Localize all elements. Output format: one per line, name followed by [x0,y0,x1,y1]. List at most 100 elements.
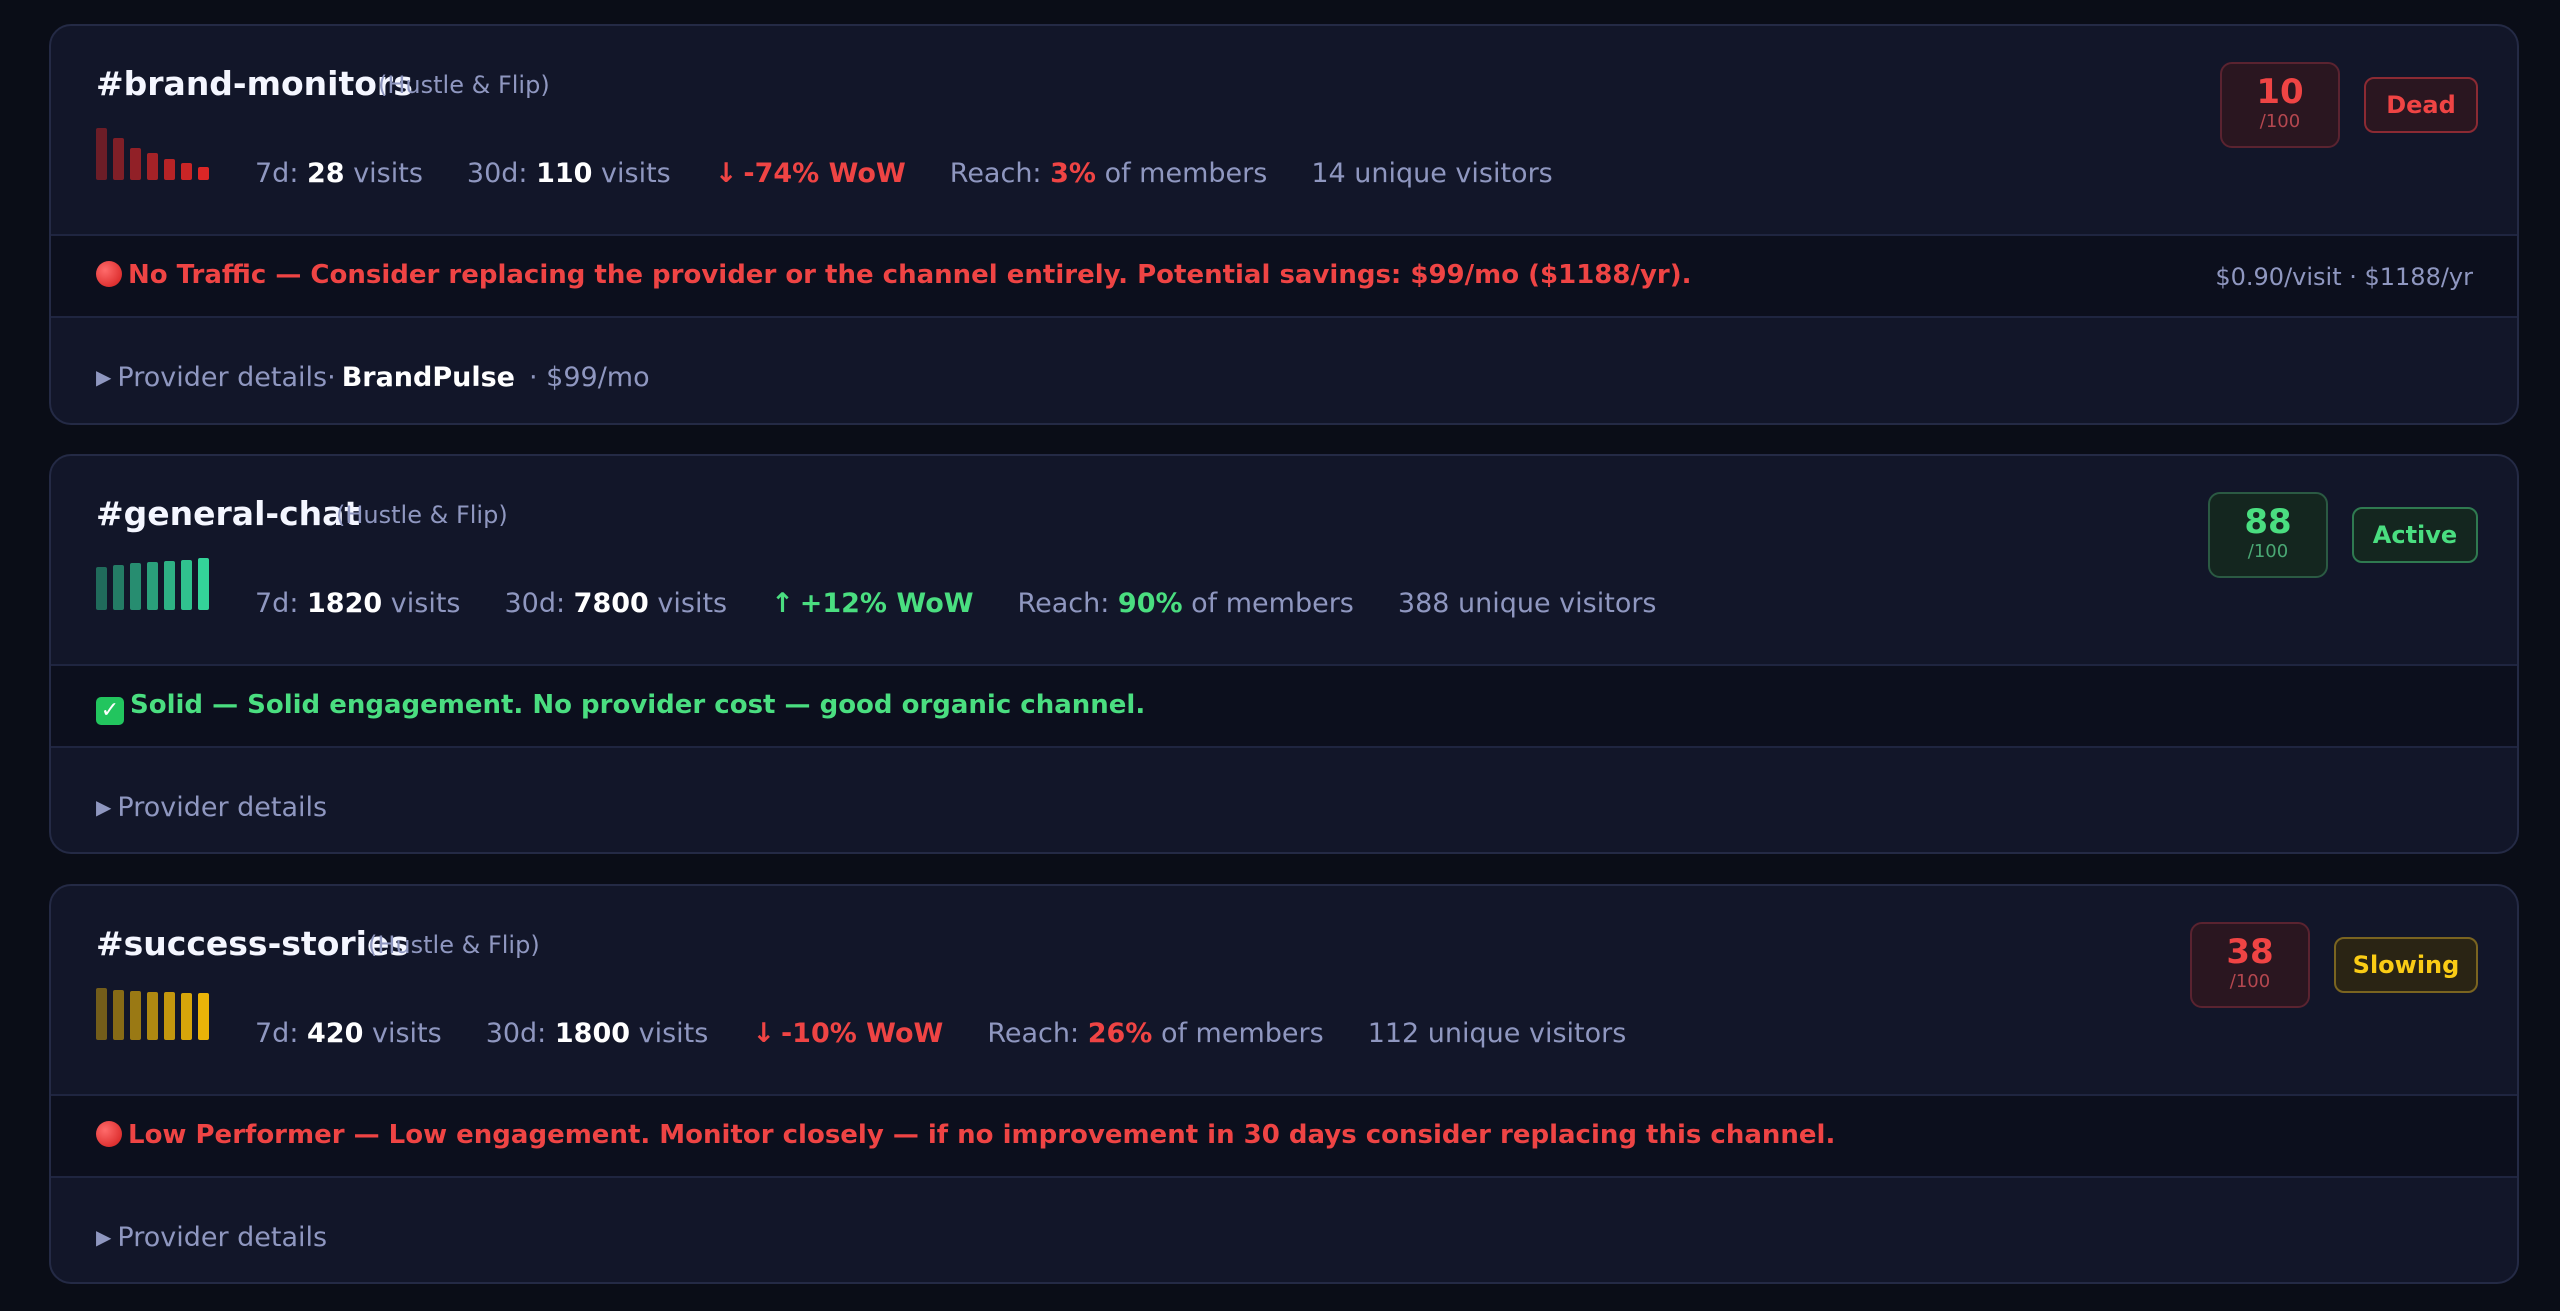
activity-sparkline [96,986,209,1040]
channel-health-list: #brand-monitors (Hustle & Flip) 7d: 28 v… [0,0,2560,1311]
arrow-down-icon: ↓ [752,1018,775,1049]
sparkline-bar [130,991,141,1040]
score-value: 10 [2256,72,2304,112]
arrow-up-icon: ↑ [771,588,794,619]
provider-name: BrandPulse [341,362,515,393]
stat-reach: Reach: 90% of members [1017,588,1354,619]
provider-details-row[interactable]: ▶ Provider details· BrandPulse · $99/mo [51,318,2517,423]
channel-name: #success-stories [96,924,409,963]
sparkline-bar [113,565,124,610]
sparkline-bar [147,153,158,180]
provider-details-toggle[interactable]: ▶ Provider details [96,1222,327,1253]
card-header: #brand-monitors (Hustle & Flip) 7d: 28 v… [51,26,2517,234]
play-triangle-icon: ▶ [96,1225,112,1249]
provider-details-toggle[interactable]: ▶ Provider details [96,792,327,823]
card-header: #general-chat (Hustle & Flip) 7d: 1820 v… [51,456,2517,664]
stat-wow: ↓ -10% WoW [752,1018,944,1049]
sparkline-bar [96,128,107,180]
alert-prefix: Solid [130,690,204,720]
server-tag: (Hustle & Flip) [368,931,540,959]
alert-body: — Consider replacing the provider or the… [266,260,1692,290]
stats-row: 7d: 28 visits 30d: 110 visits ↓ -74% WoW … [255,158,1597,189]
channel-card-success-stories: #success-stories (Hustle & Flip) 7d: 420… [49,884,2519,1284]
stat-30d: 30d: 1800 visits [485,1018,709,1049]
sparkline-bar [198,993,209,1040]
reach-value: 90% [1117,588,1183,619]
alert-body: — Solid engagement. No provider cost — g… [203,690,1146,720]
provider-details-row[interactable]: ▶ Provider details [51,748,2517,852]
sparkline-bar [113,990,124,1040]
reach-value: 3% [1050,158,1096,189]
stat-30d: 30d: 7800 visits [504,588,728,619]
stat-wow: ↓ -74% WoW [714,158,906,189]
play-triangle-icon: ▶ [96,365,112,389]
alert-prefix: No Traffic [128,260,267,290]
sparkline-bar [164,561,175,610]
red-circle-icon [96,261,122,287]
sparkline-bar [164,992,175,1040]
stat-30d-value: 110 [536,158,593,189]
alert-row: ✓ Solid — Solid engagement. No provider c… [51,664,2517,748]
score-box: 88 /100 [2208,492,2328,578]
stats-row: 7d: 1820 visits 30d: 7800 visits ↑ +12% W… [255,588,1701,619]
cost-summary: $0.90/visit · $1188/yr [2215,263,2473,291]
score-box: 10 /100 [2220,62,2340,148]
status-badge: Slowing [2334,937,2478,993]
stat-unique: 14 unique visitors [1311,158,1553,189]
score-denominator: /100 [2229,971,2271,992]
red-circle-icon [96,1121,122,1147]
provider-details-label: Provider details [117,1222,328,1253]
stat-7d: 7d: 420 visits [255,1018,442,1049]
provider-details-toggle[interactable]: ▶ Provider details· BrandPulse · $99/mo [96,362,650,393]
alert-message: No Traffic — Consider replacing the prov… [96,260,1692,290]
alert-message: ✓ Solid — Solid engagement. No provider c… [96,690,1145,725]
channel-name: #general-chat [96,494,361,533]
server-tag: (Hustle & Flip) [336,501,508,529]
card-header: #success-stories (Hustle & Flip) 7d: 420… [51,886,2517,1094]
stat-unique: 388 unique visitors [1397,588,1657,619]
alert-body: — Low engagement. Monitor closely — if n… [344,1120,1836,1150]
sparkline-bar [181,560,192,610]
stat-7d-value: 420 [307,1018,364,1049]
alert-row: Low Performer — Low engagement. Monitor … [51,1094,2517,1178]
sparkline-bar [164,159,175,180]
play-triangle-icon: ▶ [96,795,112,819]
sparkline-bar [130,563,141,610]
status-badge: Dead [2364,77,2478,133]
activity-sparkline [96,126,209,180]
stat-wow: ↑ +12% WoW [771,588,974,619]
sparkline-bar [181,163,192,180]
alert-prefix: Low Performer [128,1120,345,1150]
score-denominator: /100 [2259,111,2301,132]
sparkline-bar [96,988,107,1040]
score-value: 38 [2226,932,2274,972]
sparkline-bar [96,567,107,610]
stat-30d-value: 7800 [573,588,649,619]
sparkline-bar [181,993,192,1040]
provider-details-label: Provider details [117,362,328,393]
sparkline-bar [147,562,158,610]
stat-7d: 7d: 28 visits [255,158,423,189]
stat-unique: 112 unique visitors [1367,1018,1627,1049]
arrow-down-icon: ↓ [714,158,738,189]
check-mark-icon: ✓ [96,697,124,725]
sparkline-bar [113,138,124,180]
stat-7d-value: 1820 [307,588,383,619]
alert-message: Low Performer — Low engagement. Monitor … [96,1120,1835,1150]
provider-price: · $99/mo [529,362,650,393]
score-denominator: /100 [2247,541,2289,562]
stats-row: 7d: 420 visits 30d: 1800 visits ↓ -10% Wo… [255,1018,1670,1049]
sparkline-bar [198,558,209,610]
channel-name: #brand-monitors [96,64,413,103]
activity-sparkline [96,556,209,610]
channel-card-brand-monitors: #brand-monitors (Hustle & Flip) 7d: 28 v… [49,24,2519,425]
sparkline-bar [130,148,141,180]
reach-value: 26% [1087,1018,1153,1049]
score-value: 88 [2244,502,2292,542]
server-tag: (Hustle & Flip) [378,71,550,99]
stat-30d: 30d: 110 visits [466,158,671,189]
status-badge: Active [2352,507,2478,563]
provider-details-row[interactable]: ▶ Provider details [51,1178,2517,1282]
provider-details-label: Provider details [117,792,328,823]
sparkline-bar [147,992,158,1040]
